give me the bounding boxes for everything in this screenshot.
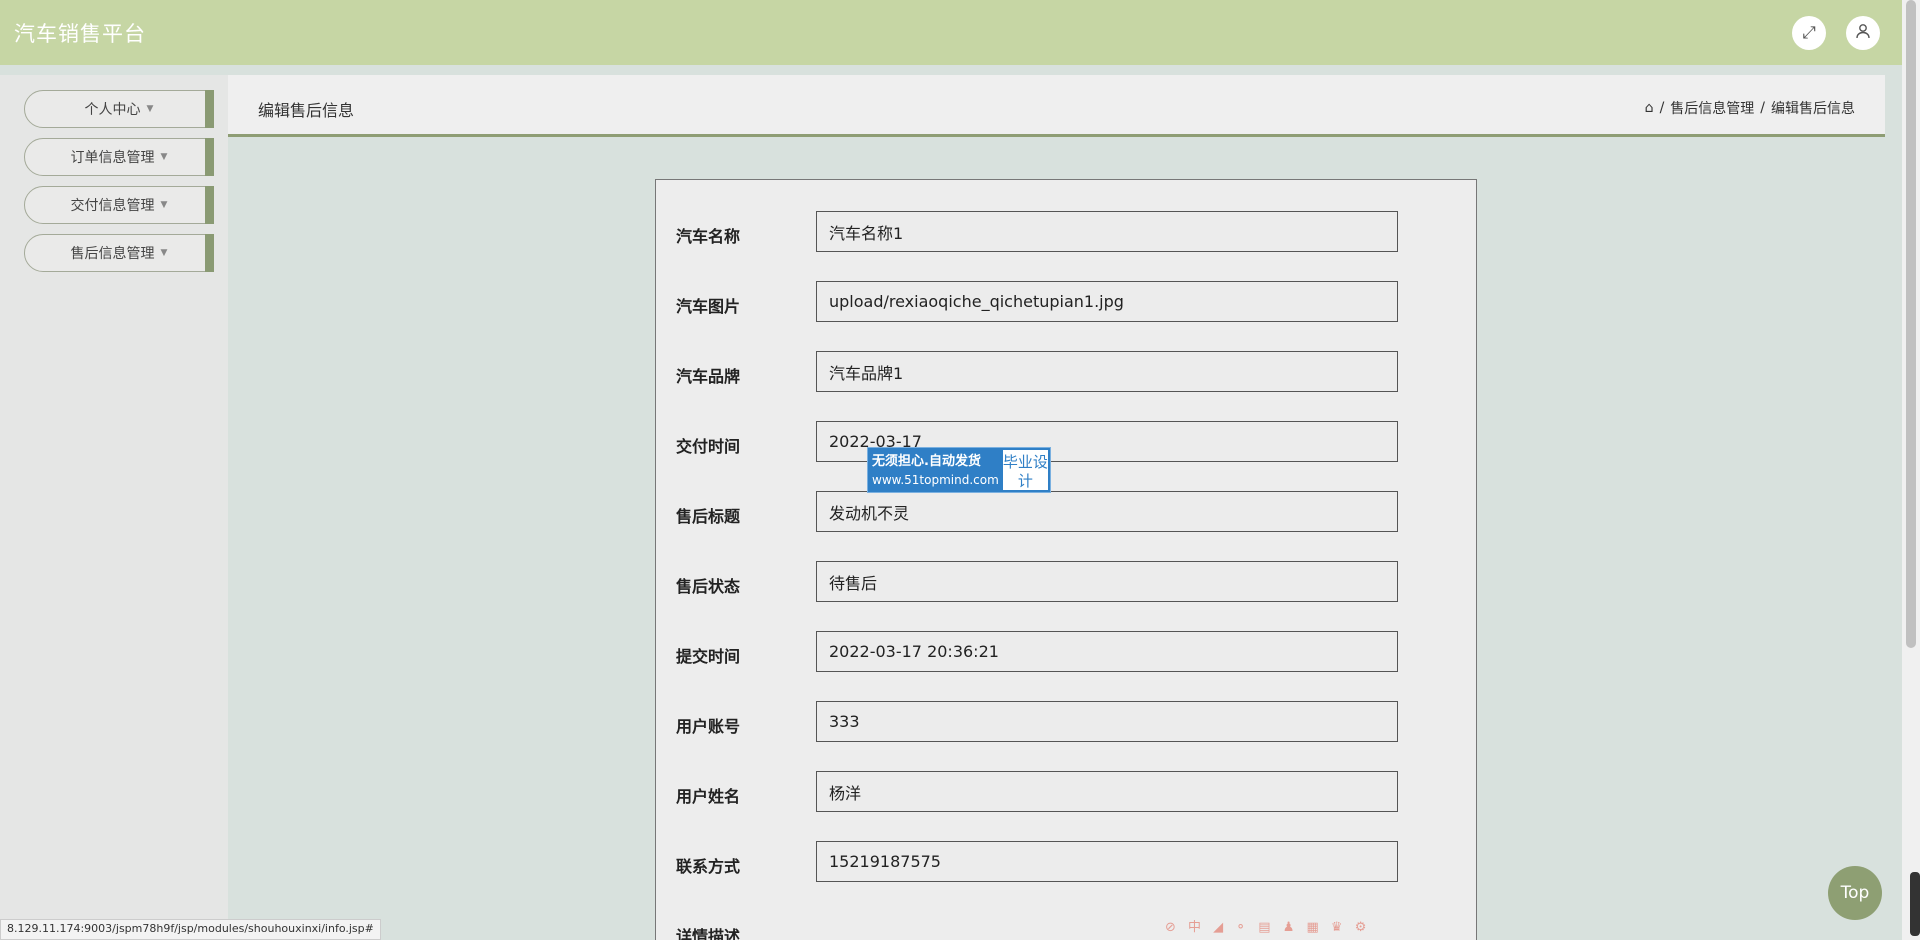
brand-title: 汽车销售平台	[14, 22, 146, 46]
field-label: 售后标题	[676, 507, 741, 526]
field-label: 交付时间	[676, 437, 741, 456]
field-label: 汽车图片	[676, 297, 741, 316]
field-label: 联系方式	[676, 857, 741, 876]
chevron-down-icon: ▼	[160, 248, 168, 258]
breadcrumb-item-current: 编辑售后信息	[1771, 101, 1855, 117]
sidebar-item-delivery-management[interactable]: 交付信息管理 ▼	[24, 186, 214, 224]
user-name-input[interactable]	[816, 771, 1398, 812]
scrollbar-thumb[interactable]	[1906, 0, 1916, 648]
field-label: 售后状态	[676, 577, 741, 596]
breadcrumb: ⌂ / 售后信息管理 / 编辑售后信息	[1645, 98, 1855, 118]
form-row-aftersales-status: 售后状态	[656, 561, 1476, 603]
contact-input[interactable]	[816, 841, 1398, 882]
sidebar-item-accent	[205, 138, 214, 176]
car-image-input[interactable]	[816, 281, 1398, 322]
edit-form: 汽车名称 汽车图片 汽车品牌 交付时间 售后标题 售后状态 提交时间 用户账号 …	[655, 179, 1477, 940]
ad-text: 无须担心.自动发货 www.51topmind.com	[868, 448, 1003, 492]
aftersales-title-input[interactable]	[816, 491, 1398, 532]
ime-toolbar-icons: ⊘ 中 ◢ ⚬ ▤ ♟ ▦ ♛ ⚙	[1165, 920, 1371, 935]
form-row-car-image: 汽车图片	[656, 281, 1476, 323]
sidebar-item-accent	[205, 234, 214, 272]
sidebar-item-label: 个人中心	[84, 102, 141, 118]
status-url: 8.129.11.174:9003/jspm78h9f/jsp/modules/…	[0, 919, 381, 940]
user-icon	[1855, 23, 1871, 44]
field-label: 用户账号	[676, 717, 741, 736]
sidebar-item-label: 交付信息管理	[70, 198, 155, 214]
ad-line1: 无须担心.自动发货	[872, 454, 981, 469]
form-row-delivery-time: 交付时间	[656, 421, 1476, 463]
expand-icon: ⤢	[1802, 23, 1816, 43]
sidebar-item-accent	[205, 90, 214, 128]
aftersales-status-input[interactable]	[816, 561, 1398, 602]
form-row-submit-time: 提交时间	[656, 631, 1476, 673]
chevron-down-icon: ▼	[146, 104, 154, 114]
back-to-top-button[interactable]: Top	[1828, 866, 1882, 920]
sidebar-item-accent	[205, 186, 214, 224]
user-account-input[interactable]	[816, 701, 1398, 742]
car-brand-input[interactable]	[816, 351, 1398, 392]
sidebar: 个人中心 ▼ 订单信息管理 ▼ 交付信息管理 ▼ 售后信息管理 ▼	[0, 75, 228, 940]
sidebar-item-label: 售后信息管理	[70, 246, 155, 262]
sidebar-item-order-management[interactable]: 订单信息管理 ▼	[24, 138, 214, 176]
submit-time-input[interactable]	[816, 631, 1398, 672]
chevron-down-icon: ▼	[160, 152, 168, 162]
form-row-user-account: 用户账号	[656, 701, 1476, 743]
form-row-aftersales-title: 售后标题	[656, 491, 1476, 533]
breadcrumb-item-aftersales[interactable]: 售后信息管理	[1670, 98, 1754, 118]
field-label: 用户姓名	[676, 787, 741, 806]
page-header: 编辑售后信息 ⌂ / 售后信息管理 / 编辑售后信息	[228, 75, 1885, 137]
field-label: 详情描述	[676, 927, 741, 940]
ad-badge: 毕业设计	[1002, 450, 1048, 490]
car-name-input[interactable]	[816, 211, 1398, 252]
page-scrollbar[interactable]	[1902, 0, 1920, 940]
side-handle[interactable]	[1910, 872, 1920, 936]
breadcrumb-separator: /	[1760, 100, 1765, 116]
home-icon[interactable]: ⌂	[1645, 100, 1654, 116]
breadcrumb-separator: /	[1659, 100, 1665, 116]
top-header: 汽车销售平台 ⤢	[0, 0, 1902, 65]
form-row-car-name: 汽车名称	[656, 211, 1476, 253]
chevron-down-icon: ▼	[160, 200, 168, 210]
sidebar-item-aftersales-management[interactable]: 售后信息管理 ▼	[24, 234, 214, 272]
form-row-contact: 联系方式	[656, 841, 1476, 883]
sidebar-item-label: 订单信息管理	[70, 150, 155, 166]
ad-line2: www.51topmind.com	[872, 473, 999, 487]
ad-banner[interactable]: 无须担心.自动发货 www.51topmind.com 毕业设计	[867, 447, 1051, 493]
field-label: 汽车名称	[676, 227, 741, 246]
field-label: 提交时间	[676, 647, 741, 666]
sidebar-item-personal-center[interactable]: 个人中心 ▼	[24, 90, 214, 128]
fullscreen-button[interactable]: ⤢	[1792, 16, 1826, 50]
field-label: 汽车品牌	[676, 367, 741, 386]
page-title: 编辑售后信息	[258, 101, 355, 120]
form-row-user-name: 用户姓名	[656, 771, 1476, 813]
user-button[interactable]	[1846, 16, 1880, 50]
form-row-car-brand: 汽车品牌	[656, 351, 1476, 393]
